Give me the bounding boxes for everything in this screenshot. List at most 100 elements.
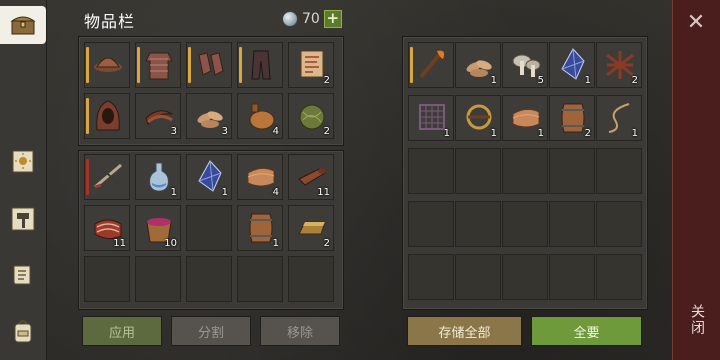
inventory-slot[interactable] [549, 201, 595, 247]
inventory-slot[interactable]: 10 [135, 205, 181, 251]
item-count: 1 [537, 128, 544, 139]
sidebar-tab-crafting[interactable] [4, 200, 42, 238]
inventory-slot[interactable] [135, 42, 181, 88]
currency-value: 70 [302, 11, 320, 27]
inventory-slot[interactable] [408, 148, 454, 194]
torch-icon [419, 50, 445, 79]
inventory-slot[interactable] [408, 201, 454, 247]
inventory-slot[interactable] [237, 42, 283, 88]
inventory-slot[interactable]: 5 [502, 42, 548, 88]
inventory-slot[interactable]: 1 [455, 95, 501, 141]
item-count: 1 [272, 238, 279, 249]
inventory-slot[interactable] [288, 256, 334, 302]
apply-button[interactable]: 应用 [82, 316, 162, 346]
equipment-panel: 2 3 3 4 2 [78, 36, 344, 146]
close-label[interactable]: 关闭 [685, 304, 707, 336]
inventory-slot[interactable] [455, 201, 501, 247]
leather-pants-icon [251, 50, 271, 80]
inventory-slot[interactable]: 2 [288, 42, 334, 88]
inventory-slot[interactable]: 1 [135, 154, 181, 200]
inventory-slot[interactable] [84, 93, 130, 139]
split-button[interactable]: 分割 [171, 316, 251, 346]
item-count: 1 [490, 75, 497, 86]
inventory-slot[interactable]: 4 [237, 154, 283, 200]
inventory-slot[interactable] [408, 42, 454, 88]
inventory-slot[interactable]: 2 [288, 205, 334, 251]
sun-book-icon [12, 150, 34, 173]
currency-display: 70 + [282, 9, 342, 29]
item-count: 4 [272, 187, 279, 198]
inventory-slot[interactable]: 11 [288, 154, 334, 200]
leather-helmet-icon [94, 57, 122, 72]
inventory-slot[interactable]: 1 [408, 95, 454, 141]
chainmail-armor-icon [145, 52, 173, 80]
inventory-slot[interactable]: 1 [237, 205, 283, 251]
inventory-slot[interactable] [186, 256, 232, 302]
item-count: 2 [323, 75, 330, 86]
item-count: 1 [221, 187, 228, 198]
item-count: 1 [443, 128, 450, 139]
inventory-slot[interactable] [237, 256, 283, 302]
crossbow-icon [94, 163, 122, 189]
inventory-slot[interactable] [455, 148, 501, 194]
sidebar-tab-inventory[interactable] [0, 6, 46, 44]
item-count: 1 [631, 128, 638, 139]
chest-icon [10, 16, 36, 35]
sidebar-tab-character[interactable] [4, 312, 42, 350]
inventory-slot[interactable] [186, 42, 232, 88]
inventory-slot[interactable] [84, 154, 130, 200]
page-title: 物品栏 [84, 12, 136, 31]
backpack-icon [14, 320, 32, 343]
inventory-slot[interactable]: 1 [186, 154, 232, 200]
inventory-slot[interactable] [186, 205, 232, 251]
storage-panel: 1 5 1 2 1 1 1 2 1 [402, 36, 648, 310]
inventory-slot[interactable]: 1 [455, 42, 501, 88]
item-count: 2 [323, 126, 330, 137]
item-count: 11 [317, 187, 330, 198]
item-count: 5 [537, 75, 544, 86]
add-currency-button[interactable]: + [323, 10, 342, 28]
inventory-slot[interactable] [408, 254, 454, 300]
inventory-slot[interactable] [84, 256, 130, 302]
inventory-slot[interactable]: 2 [549, 95, 595, 141]
inventory-slot[interactable]: 4 [237, 93, 283, 139]
item-count: 1 [490, 128, 497, 139]
close-panel[interactable]: ✕ 关闭 [672, 0, 720, 360]
item-count: 3 [221, 126, 228, 137]
item-count: 11 [113, 238, 126, 249]
inventory-slot[interactable]: 3 [135, 93, 181, 139]
store-all-button[interactable]: 存储全部 [407, 316, 522, 346]
item-count: 2 [323, 238, 330, 249]
inventory-slot[interactable] [135, 256, 181, 302]
item-count: 4 [272, 126, 279, 137]
inventory-slot[interactable]: 11 [84, 205, 130, 251]
inventory-slot[interactable] [549, 254, 595, 300]
close-icon[interactable]: ✕ [685, 12, 707, 34]
inventory-slot[interactable]: 1 [549, 42, 595, 88]
chain-gloves-icon [198, 52, 224, 76]
hammer-icon [11, 207, 35, 231]
inventory-slot[interactable] [596, 201, 642, 247]
remove-button[interactable]: 移除 [260, 316, 340, 346]
inventory-slot[interactable] [549, 148, 595, 194]
leather-hood-icon [96, 100, 120, 131]
take-all-button[interactable]: 全要 [531, 316, 642, 346]
item-count: 10 [164, 238, 177, 249]
inventory-slot[interactable]: 3 [186, 93, 232, 139]
sidebar-tab-blueprints[interactable] [4, 256, 42, 294]
inventory-slot[interactable]: 1 [502, 95, 548, 141]
inventory-slot[interactable] [84, 42, 130, 88]
sidebar-tab-journal[interactable] [4, 142, 42, 180]
inventory-slot[interactable] [502, 201, 548, 247]
scroll-icon [13, 265, 31, 285]
inventory-slot[interactable] [502, 148, 548, 194]
inventory-slot[interactable]: 2 [288, 93, 334, 139]
coin-icon [282, 11, 298, 27]
inventory-slot[interactable]: 2 [596, 42, 642, 88]
item-count: 3 [170, 126, 177, 137]
inventory-slot[interactable] [455, 254, 501, 300]
inventory-slot[interactable] [502, 254, 548, 300]
inventory-slot[interactable] [596, 148, 642, 194]
inventory-slot[interactable]: 1 [596, 95, 642, 141]
inventory-slot[interactable] [596, 254, 642, 300]
